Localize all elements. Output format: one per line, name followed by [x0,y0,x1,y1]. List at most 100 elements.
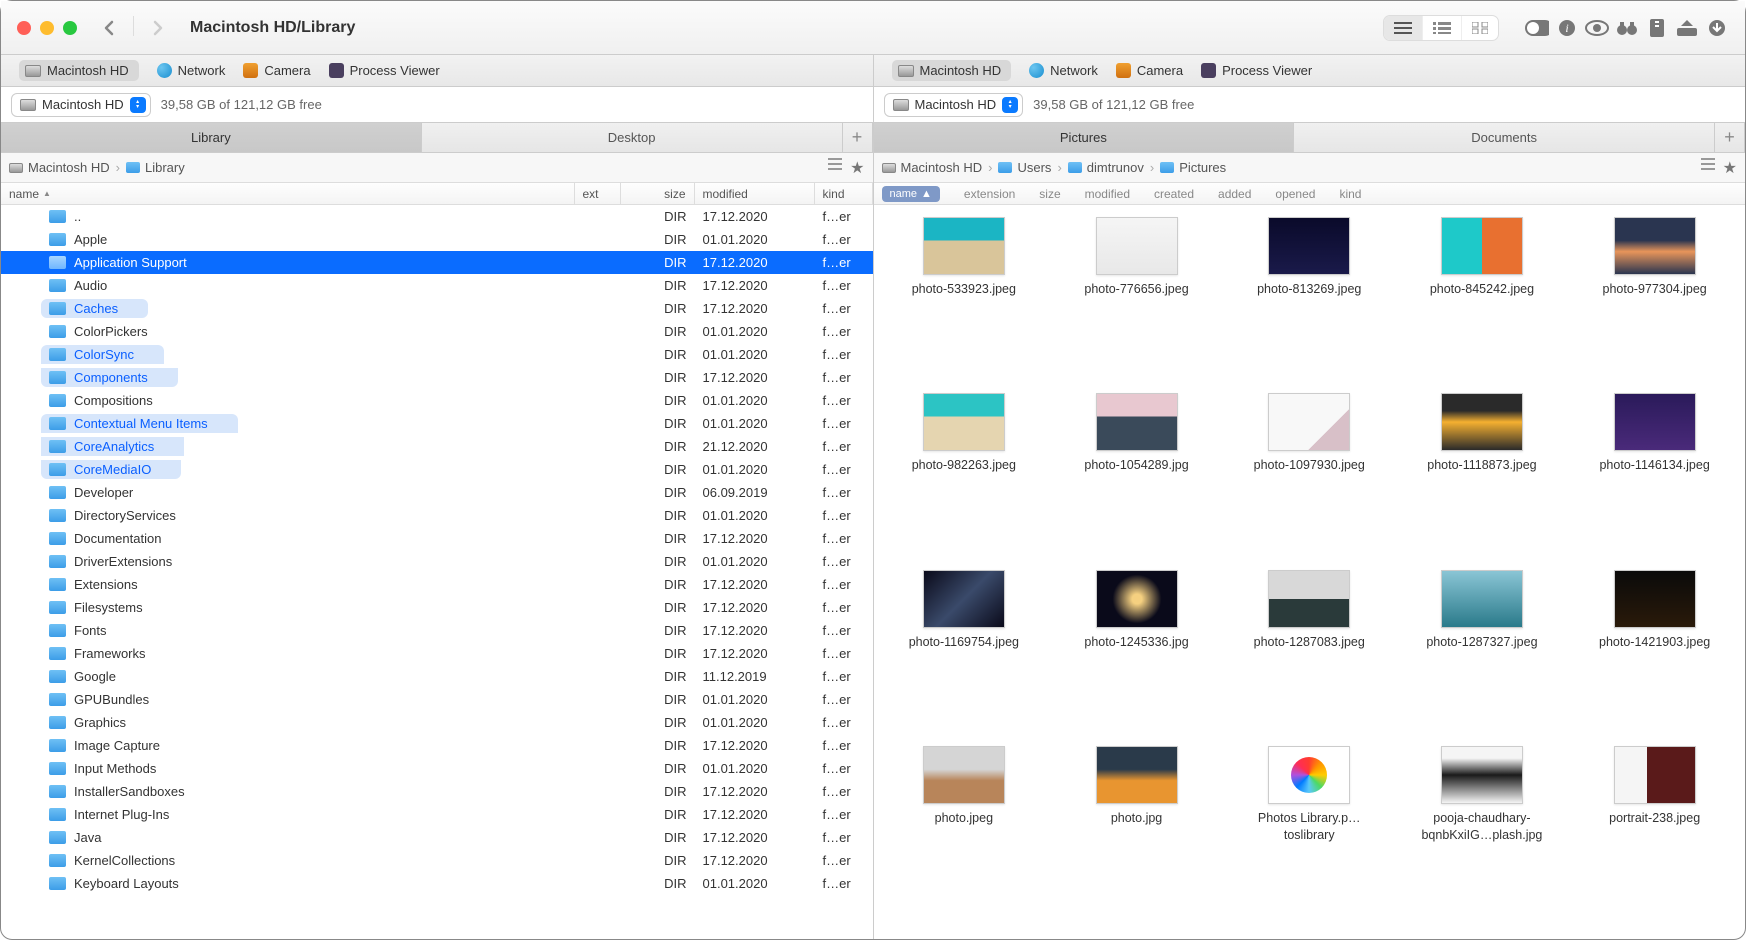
file-row[interactable]: CoreAnalyticsDIR21.12.2020f…er [1,435,873,458]
list-mode-icon[interactable] [828,158,842,178]
new-tab-button[interactable]: + [1715,123,1745,152]
icon-item[interactable]: portrait-238.jpeg [1570,746,1739,927]
file-row[interactable]: CachesDIR17.12.2020f…er [1,297,873,320]
file-row[interactable]: GoogleDIR11.12.2019f…er [1,665,873,688]
file-row[interactable]: FilesystemsDIR17.12.2020f…er [1,596,873,619]
zoom-button[interactable] [63,21,77,35]
view-columns-button[interactable] [1423,16,1462,40]
file-row[interactable]: DirectoryServicesDIR01.01.2020f…er [1,504,873,527]
sort-extension[interactable]: extension [964,187,1015,201]
breadcrumb-item[interactable]: Users [998,160,1051,175]
file-row[interactable]: Image CaptureDIR17.12.2020f…er [1,734,873,757]
icon-item[interactable]: photo-1287083.jpeg [1225,570,1394,734]
icon-item[interactable]: photo-1287327.jpeg [1398,570,1567,734]
file-row[interactable]: FontsDIR17.12.2020f…er [1,619,873,642]
favorite-camera[interactable]: Camera [1116,63,1183,78]
icon-item[interactable]: photo-1421903.jpeg [1570,570,1739,734]
star-icon[interactable]: ★ [1723,158,1737,178]
preview-icon[interactable] [1585,16,1609,40]
favorite-network[interactable]: Network [157,63,226,78]
download-icon[interactable] [1705,16,1729,40]
tab-pictures[interactable]: Pictures [874,123,1295,152]
info-icon[interactable]: i [1555,16,1579,40]
file-row[interactable]: GPUBundlesDIR01.01.2020f…er [1,688,873,711]
new-tab-button[interactable]: + [843,123,873,152]
icon-item[interactable]: photo-1169754.jpeg [880,570,1049,734]
file-row[interactable]: ColorPickersDIR01.01.2020f…er [1,320,873,343]
file-row[interactable]: DriverExtensionsDIR01.01.2020f…er [1,550,873,573]
minimize-button[interactable] [40,21,54,35]
favorite-macintosh-hd[interactable]: Macintosh HD [892,60,1012,81]
icon-item[interactable]: photo-1118873.jpeg [1398,393,1567,557]
col-modified[interactable]: modified [695,183,815,204]
volume-selector-left[interactable]: Macintosh HD ▴▾ [11,93,151,117]
icon-item[interactable]: pooja-chaudhary-bqnbKxiIG…plash.jpg [1398,746,1567,927]
favorite-macintosh-hd[interactable]: Macintosh HD [19,60,139,81]
file-row[interactable]: Internet Plug-InsDIR17.12.2020f…er [1,803,873,826]
file-list[interactable]: ..DIR17.12.2020f…erAppleDIR01.01.2020f…e… [1,205,873,939]
file-row[interactable]: Contextual Menu ItemsDIR01.01.2020f…er [1,412,873,435]
file-row[interactable]: DocumentationDIR17.12.2020f…er [1,527,873,550]
favorite-process-viewer[interactable]: Process Viewer [1201,63,1312,78]
file-row[interactable]: InstallerSandboxesDIR17.12.2020f…er [1,780,873,803]
sort-opened[interactable]: opened [1275,187,1315,201]
sort-name[interactable]: name ▲ [882,186,940,202]
close-button[interactable] [17,21,31,35]
tab-desktop[interactable]: Desktop [422,123,843,152]
favorite-camera[interactable]: Camera [243,63,310,78]
icon-item[interactable]: photo.jpg [1052,746,1221,927]
file-row[interactable]: ColorSyncDIR01.01.2020f…er [1,343,873,366]
icon-item[interactable]: photo-1097930.jpeg [1225,393,1394,557]
tab-library[interactable]: Library [1,123,422,152]
favorite-network[interactable]: Network [1029,63,1098,78]
star-icon[interactable]: ★ [850,158,864,178]
file-row[interactable]: ComponentsDIR17.12.2020f…er [1,366,873,389]
icon-item[interactable]: photo-1245336.jpg [1052,570,1221,734]
icon-item[interactable]: photo-1146134.jpeg [1570,393,1739,557]
file-row[interactable]: CompositionsDIR01.01.2020f…er [1,389,873,412]
col-ext[interactable]: ext [575,183,621,204]
binoculars-icon[interactable] [1615,16,1639,40]
view-grid-button[interactable] [1462,16,1498,40]
file-row[interactable]: JavaDIR17.12.2020f…er [1,826,873,849]
icon-item[interactable]: photo-776656.jpeg [1052,217,1221,381]
forward-button[interactable] [146,16,170,40]
file-row[interactable]: ..DIR17.12.2020f…er [1,205,873,228]
sort-created[interactable]: created [1154,187,1194,201]
file-row[interactable]: KernelCollectionsDIR17.12.2020f…er [1,849,873,872]
breadcrumb-item[interactable]: Macintosh HD [9,160,110,175]
eject-icon[interactable] [1675,16,1699,40]
icon-item[interactable]: photo-982263.jpeg [880,393,1049,557]
breadcrumb-item[interactable]: Macintosh HD [882,160,983,175]
list-mode-icon[interactable] [1701,158,1715,178]
file-row[interactable]: CoreMediaIODIR01.01.2020f…er [1,458,873,481]
sort-kind[interactable]: kind [1339,187,1361,201]
toggle-switch-icon[interactable] [1525,16,1549,40]
favorite-process-viewer[interactable]: Process Viewer [329,63,440,78]
breadcrumb-item[interactable]: Pictures [1160,160,1226,175]
back-button[interactable] [97,16,121,40]
tab-documents[interactable]: Documents [1294,123,1715,152]
file-row[interactable]: Input MethodsDIR01.01.2020f…er [1,757,873,780]
file-row[interactable]: FrameworksDIR17.12.2020f…er [1,642,873,665]
breadcrumb-item[interactable]: dimtrunov [1068,160,1144,175]
icon-item[interactable]: photo-813269.jpeg [1225,217,1394,381]
volume-selector-right[interactable]: Macintosh HD ▴▾ [884,93,1024,117]
archive-icon[interactable] [1645,16,1669,40]
file-row[interactable]: Application SupportDIR17.12.2020f…er [1,251,873,274]
sort-added[interactable]: added [1218,187,1251,201]
col-kind[interactable]: kind [815,183,873,204]
file-row[interactable]: DeveloperDIR06.09.2019f…er [1,481,873,504]
icon-item[interactable]: photo-977304.jpeg [1570,217,1739,381]
file-row[interactable]: GraphicsDIR01.01.2020f…er [1,711,873,734]
icon-item[interactable]: photo-533923.jpeg [880,217,1049,381]
view-list-button[interactable] [1384,16,1423,40]
file-row[interactable]: AudioDIR17.12.2020f…er [1,274,873,297]
file-row[interactable]: Keyboard LayoutsDIR01.01.2020f…er [1,872,873,895]
icon-item[interactable]: photo-1054289.jpg [1052,393,1221,557]
sort-modified[interactable]: modified [1085,187,1130,201]
file-row[interactable]: AppleDIR01.01.2020f…er [1,228,873,251]
icon-item[interactable]: Photos Library.p…toslibrary [1225,746,1394,927]
col-size[interactable]: size [621,183,695,204]
breadcrumb-item[interactable]: Library [126,160,185,175]
